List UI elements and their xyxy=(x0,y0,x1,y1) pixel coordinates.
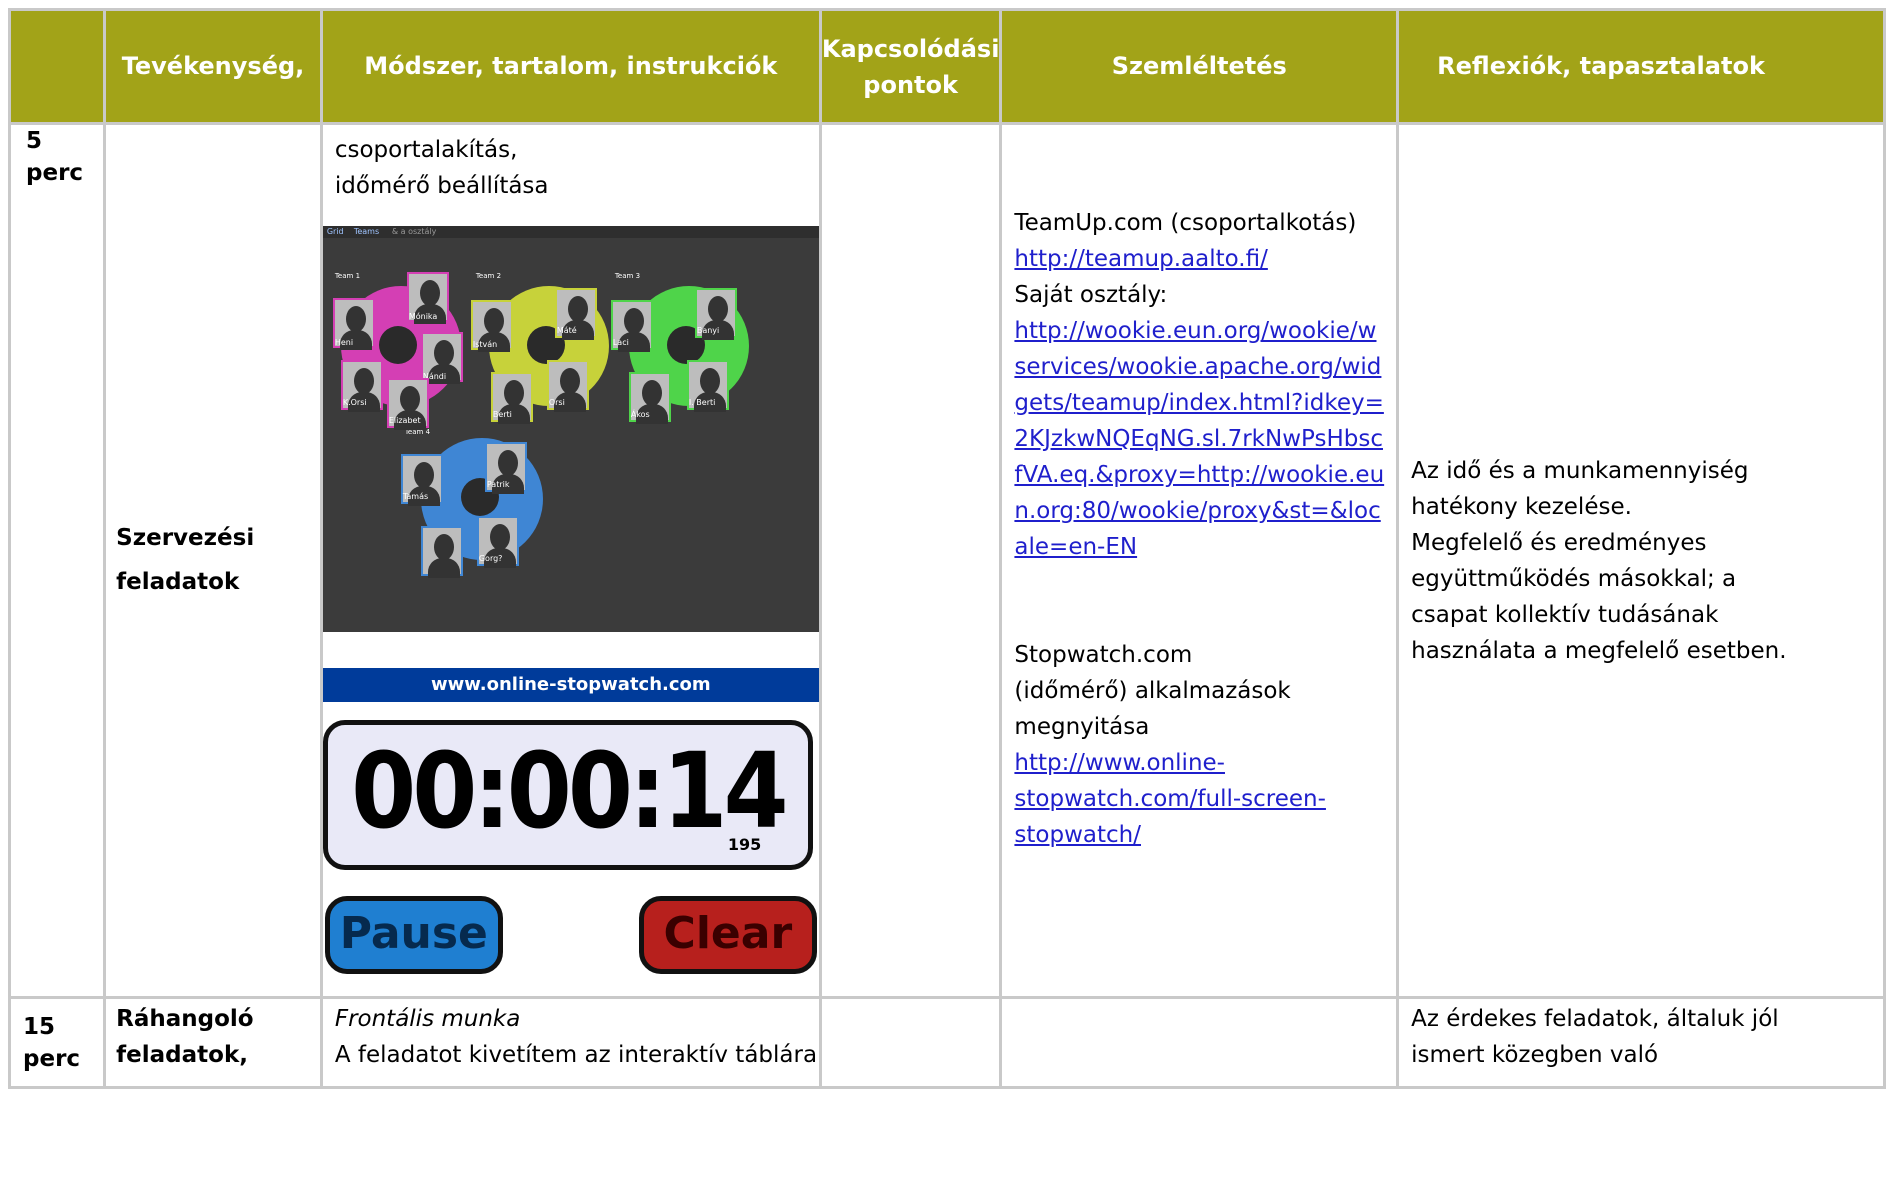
member-name: K.Orsi xyxy=(342,398,367,407)
row1-time: 5 perc xyxy=(7,122,107,999)
member-name: Laci xyxy=(612,338,629,347)
reflection-line: Megfelelő és eredményes xyxy=(1411,529,1707,556)
teamup-screenshot: Grid Teams & a osztály Team 1 Team 2 Tea… xyxy=(322,226,819,632)
team-label: Team 2 xyxy=(475,272,502,280)
member-name: Heni xyxy=(334,338,354,347)
method-line: A feladatot kivetítem az interaktív tábl… xyxy=(334,1042,818,1068)
row1-connections xyxy=(818,122,1003,999)
header-method: Módszer, tartalom, instrukciók xyxy=(319,8,822,125)
method-line: Frontális munka xyxy=(334,1006,521,1032)
lesson-plan-table: Tevékenység, Módszer, tartalom, instrukc… xyxy=(7,8,1886,1089)
header-illustration: Szemléltetés xyxy=(999,8,1400,125)
stopwatch-time: 00:00:14 xyxy=(351,730,788,852)
header-connections: Kapcsolódási pontok xyxy=(818,8,1003,125)
member-name: Tamás xyxy=(402,492,429,501)
row2-illustration xyxy=(999,996,1400,1089)
own-class-label: Saját osztály: xyxy=(1014,282,1168,308)
mic-icon xyxy=(378,326,417,364)
member-name: Berti xyxy=(492,410,512,419)
table-row: 15 perc Ráhangoló feladatok, Frontális m… xyxy=(7,996,1886,1089)
avatar xyxy=(420,526,463,578)
reflection-line: csapat kollektív tudásának xyxy=(1411,601,1719,628)
stopwatch-label: Stopwatch.com (időmérő) alkalmazások meg… xyxy=(1014,642,1291,740)
activity-line: Ráhangoló xyxy=(116,1006,254,1032)
member-name: Patrik xyxy=(486,480,510,489)
header-activity: Tevékenység, xyxy=(103,8,323,125)
reflection-line: hatékony kezelése. xyxy=(1411,493,1632,520)
team-label: Team 3 xyxy=(614,272,641,280)
activity-line: feladatok, xyxy=(116,1042,248,1068)
reflection-line: együttműködés másokkal; a xyxy=(1411,565,1737,592)
header-reflection: Reflexiók, tapasztalatok xyxy=(1396,8,1886,125)
method-line: csoportalakítás, xyxy=(334,137,518,163)
header-time xyxy=(7,8,107,125)
grid-tab: Grid xyxy=(326,227,344,236)
member-name: Máté xyxy=(556,326,577,335)
class-tab: & a osztály xyxy=(391,227,437,236)
wookie-link[interactable]: http://wookie.eun.org/wookie/w services/… xyxy=(1014,313,1384,565)
header-row: Tevékenység, Módszer, tartalom, instrukc… xyxy=(7,8,1886,125)
member-name: Banyi xyxy=(696,326,720,335)
member-name: Orsi xyxy=(548,398,565,407)
row2-reflection: Az érdekes feladatok, általuk jól ismert… xyxy=(1396,996,1886,1089)
teamup-link[interactable]: http://teamup.aalto.fi/ xyxy=(1014,246,1267,272)
teamup-label: TeamUp.com (csoportalkotás) xyxy=(1014,210,1357,236)
member-name: Mónika xyxy=(408,312,438,321)
member-name: Elizabet xyxy=(388,416,421,425)
row2-connections xyxy=(818,996,1003,1089)
pause-button[interactable]: Pause xyxy=(324,896,503,974)
stopwatch-display: 00:00:14 195 xyxy=(322,720,813,870)
teams-tab: Teams xyxy=(353,227,380,236)
team-label: Team 1 xyxy=(334,272,361,280)
reflection-line: használata a megfelelő esetben. xyxy=(1411,637,1787,664)
row2-activity: Ráhangoló feladatok, xyxy=(103,996,323,1089)
reflection-line: Az idő és a munkamennyiség xyxy=(1411,457,1749,484)
member-name: István xyxy=(472,340,498,349)
stopwatch-site-banner: www.online-stopwatch.com xyxy=(322,668,819,702)
row1-method: csoportalakítás, időmérő beállítása Grid… xyxy=(319,122,822,999)
teamup-toolbar: Grid Teams & a osztály xyxy=(322,226,819,238)
row2-time: 15 perc xyxy=(7,996,107,1089)
row1-illustration: TeamUp.com (csoportalkotás) http://teamu… xyxy=(999,122,1400,999)
row1-reflection: Az idő és a munkamennyiség hatékony keze… xyxy=(1396,122,1886,999)
reflection-line: ismert közegben való xyxy=(1411,1042,1659,1068)
method-line: időmérő beállítása xyxy=(334,173,549,199)
header-connections-line2: pontok xyxy=(863,70,958,99)
table-row: 5 perc Szervezési feladatok csoportalakí… xyxy=(7,122,1886,999)
stopwatch-ms: 195 xyxy=(727,835,762,854)
clear-button[interactable]: Clear xyxy=(638,896,817,974)
row2-method: Frontális munka A feladatot kivetítem az… xyxy=(319,996,822,1089)
header-connections-line1: Kapcsolódási xyxy=(821,34,1000,63)
reflection-line: Az érdekes feladatok, általuk jól xyxy=(1411,1006,1779,1032)
member-name: Gorg? xyxy=(478,554,503,563)
row1-activity: Szervezési feladatok xyxy=(103,122,323,999)
member-name: Ákos xyxy=(630,410,650,419)
member-name: I. Berti xyxy=(688,398,716,407)
stopwatch-link[interactable]: http://www.online- stopwatch.com/full-sc… xyxy=(1014,745,1384,853)
